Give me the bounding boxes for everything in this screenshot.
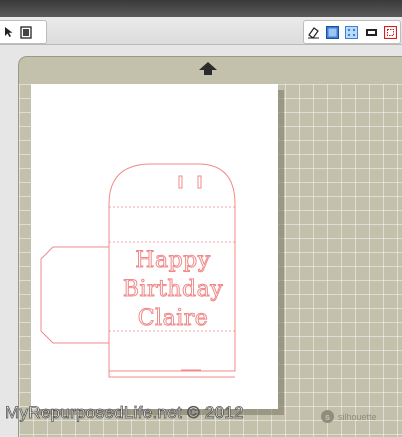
silhouette-logo-icon: s [321, 410, 334, 423]
watermark: MyRepurposedLife.net © 2012 [5, 403, 244, 423]
brand-logo: s silhouette [321, 410, 377, 423]
eraser-icon[interactable] [307, 25, 321, 39]
brand-text: silhouette [338, 411, 377, 422]
greeting-line-3: Claire [137, 306, 209, 332]
registration-marks-icon[interactable] [383, 25, 397, 39]
grid-icon[interactable] [326, 25, 340, 39]
cut-icon[interactable] [364, 25, 378, 39]
pattern-fill-icon[interactable] [345, 25, 359, 39]
pointer-icon[interactable] [2, 25, 16, 39]
greeting-line-2: Birthday [122, 277, 224, 303]
design-page[interactable]: Happy Birthday Claire [31, 84, 278, 409]
top-toolbar [0, 0, 402, 45]
right-tool-group [303, 20, 401, 44]
page-setup-icon[interactable] [19, 25, 33, 39]
greeting-text[interactable]: Happy Birthday Claire [113, 246, 233, 333]
window-title-strip [0, 0, 402, 17]
left-tool-group [0, 20, 47, 44]
greeting-line-1: Happy [135, 248, 211, 274]
